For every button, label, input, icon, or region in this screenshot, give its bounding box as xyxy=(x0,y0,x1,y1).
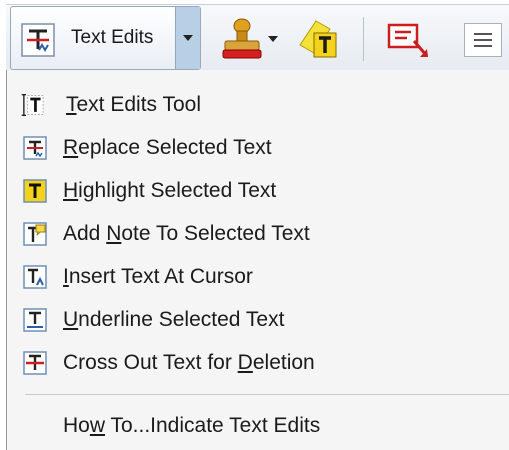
comment-toolbar: Text Edits xyxy=(6,4,509,71)
toolbar-separator xyxy=(363,17,364,61)
text-edits-tool-icon xyxy=(21,94,44,116)
replace-text-icon xyxy=(23,136,47,160)
text-edits-button[interactable]: Text Edits xyxy=(10,6,201,70)
menu-item-label: Cross Out Text for Deletion xyxy=(63,351,315,374)
menu-item-underline-selected-text[interactable]: Underline Selected Text xyxy=(7,300,509,340)
text-edits-menu: Text Edits Tool Replace Selected Text Hi… xyxy=(6,70,509,450)
highlight-text-icon xyxy=(23,179,47,203)
menu-separator xyxy=(25,394,509,395)
highlight-text-tool-icon[interactable] xyxy=(296,15,340,61)
text-edits-dropdown-button[interactable] xyxy=(175,7,200,69)
more-options-icon[interactable] xyxy=(464,23,502,57)
menu-item-label: How To...Indicate Text Edits xyxy=(63,414,321,437)
add-note-icon xyxy=(23,222,47,246)
cross-out-icon xyxy=(23,351,47,375)
menu-item-label: Insert Text At Cursor xyxy=(63,265,253,288)
chevron-down-icon xyxy=(183,35,193,41)
sticky-note-comment-icon[interactable] xyxy=(386,19,432,63)
menu-item-text-edits-tool[interactable]: Text Edits Tool xyxy=(7,85,509,125)
menu-item-label: Replace Selected Text xyxy=(63,136,272,159)
menu-item-add-note-to-selected-text[interactable]: Add Note To Selected Text xyxy=(7,214,509,254)
chevron-down-icon xyxy=(268,36,278,42)
stamp-icon[interactable] xyxy=(220,17,264,61)
menu-item-highlight-selected-text[interactable]: Highlight Selected Text xyxy=(7,171,509,211)
text-edits-label: Text Edits xyxy=(71,27,154,48)
menu-item-label: Underline Selected Text xyxy=(63,308,285,331)
menu-item-label: Highlight Selected Text xyxy=(63,179,277,202)
menu-item-label: Text Edits Tool xyxy=(66,93,202,116)
menu-item-how-to-indicate-text-edits[interactable]: How To...Indicate Text Edits xyxy=(7,406,509,446)
menu-item-insert-text-at-cursor[interactable]: Insert Text At Cursor xyxy=(7,257,509,297)
menu-item-cross-out-text-for-deletion[interactable]: Cross Out Text for Deletion xyxy=(7,343,509,383)
menu-item-label: Add Note To Selected Text xyxy=(63,222,310,245)
text-edits-icon xyxy=(21,23,55,57)
menu-item-replace-selected-text[interactable]: Replace Selected Text xyxy=(7,128,509,168)
insert-text-icon xyxy=(23,265,47,289)
underline-text-icon xyxy=(23,308,47,332)
